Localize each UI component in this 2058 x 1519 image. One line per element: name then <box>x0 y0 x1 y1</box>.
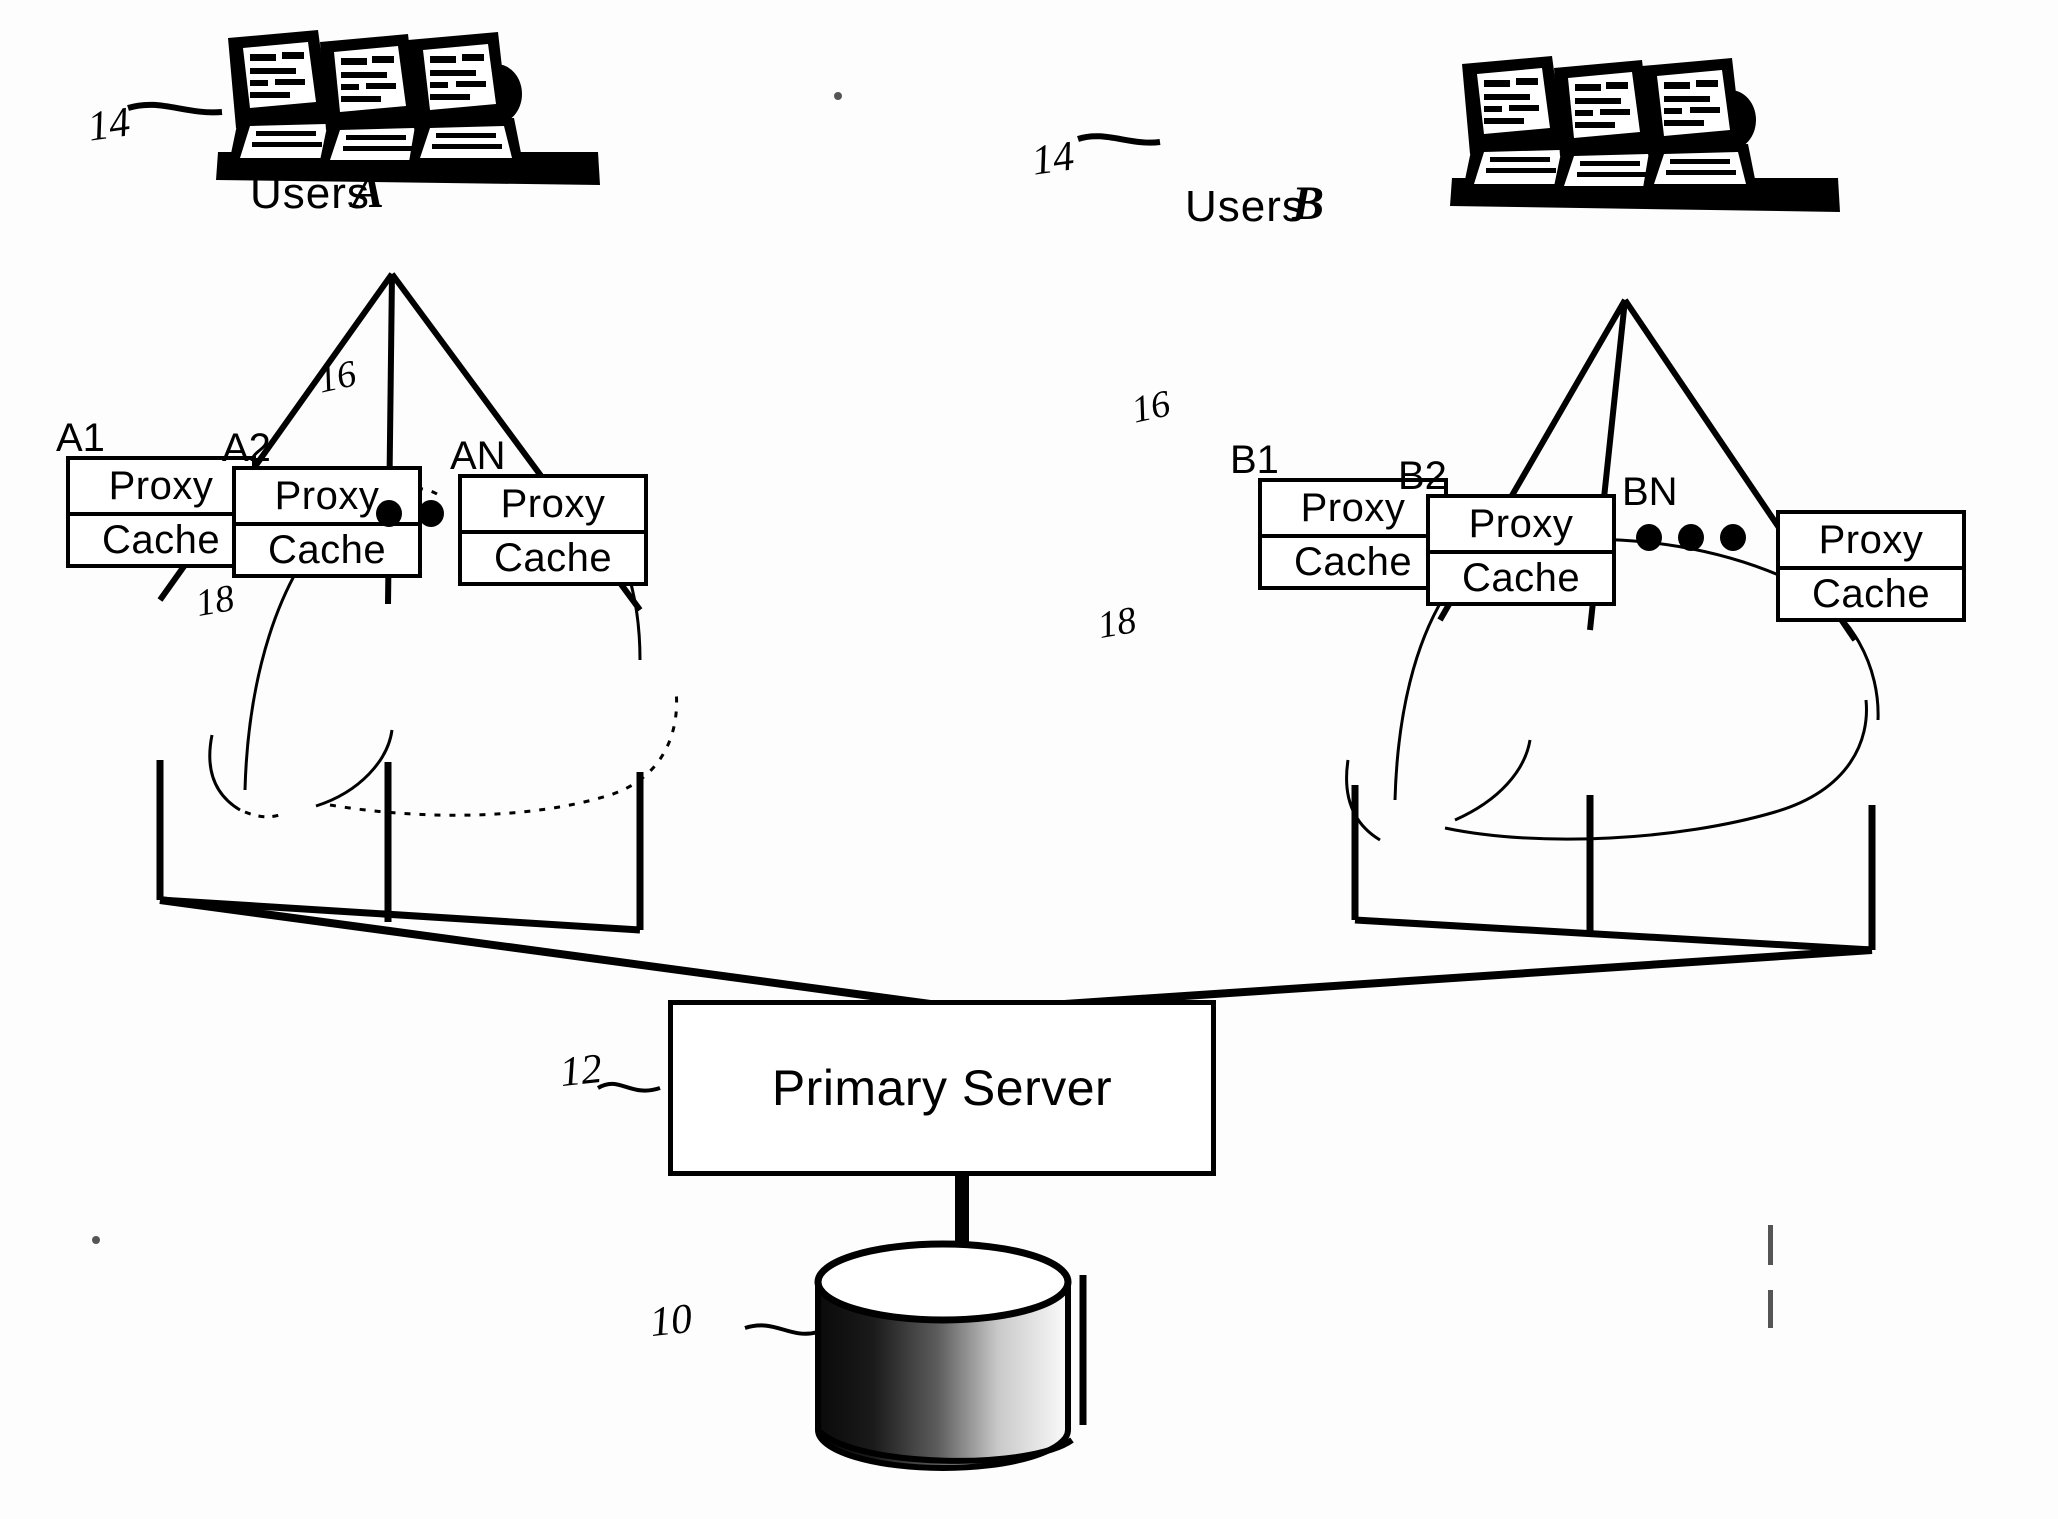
ellipsis-dots-group-b <box>1636 524 1746 551</box>
lower-network-arc-left <box>208 689 679 819</box>
bus-lines-right <box>1351 785 1876 954</box>
ref-numeral-18-left: 18 <box>192 577 238 625</box>
database-cylinder-icon <box>814 1240 1087 1471</box>
primary-server-box[interactable]: Primary Server <box>668 1000 1216 1176</box>
ellipsis-dot <box>418 500 444 527</box>
users-group-b-letter: B <box>1292 177 1325 230</box>
cache-label-a2: Cache <box>267 527 387 572</box>
leader-line-14-right <box>1077 133 1161 146</box>
proxy-node-tag-b1: B1 <box>1230 438 1279 482</box>
proxy-row-bn: Proxy <box>1780 514 1962 566</box>
user-workstations-icon-right <box>1450 56 1840 212</box>
cache-label-an: Cache <box>493 535 613 580</box>
ref-numeral-10: 10 <box>647 1295 695 1347</box>
user-workstations-icon-left <box>216 30 600 185</box>
cache-row-bn: Cache <box>1780 566 1962 618</box>
cache-row-b1: Cache <box>1262 534 1444 586</box>
proxy-label-b1: Proxy <box>1300 485 1406 530</box>
proxy-node-tag-a2: A2 <box>222 426 271 470</box>
ref-numeral-14-left: 14 <box>85 99 133 151</box>
ref-numeral-18-right: 18 <box>1094 599 1140 647</box>
proxy-label-a1: Proxy <box>108 463 214 508</box>
leader-line-10 <box>744 1323 819 1336</box>
proxy-cache-box-bn[interactable]: Proxy Cache <box>1776 510 1966 622</box>
leader-line-14-left <box>127 101 223 116</box>
cache-row-a2: Cache <box>236 522 418 574</box>
users-group-a-letter: A <box>352 165 385 218</box>
cache-label-bn: Cache <box>1811 571 1931 616</box>
ref-numeral-16-right: 16 <box>1128 382 1174 432</box>
cache-row-an: Cache <box>462 530 644 582</box>
proxy-cache-box-a1[interactable]: Proxy Cache <box>66 456 256 568</box>
proxy-label-b2: Proxy <box>1468 501 1574 546</box>
cache-row-a1: Cache <box>70 512 252 564</box>
ellipsis-dot <box>376 500 402 527</box>
ref-numeral-14-right: 14 <box>1029 133 1077 185</box>
proxy-cache-box-an[interactable]: Proxy Cache <box>458 474 648 586</box>
proxy-label-an: Proxy <box>500 481 606 526</box>
cache-label-b2: Cache <box>1461 555 1581 600</box>
bus-lines-left <box>156 760 644 934</box>
proxy-node-tag-bn: BN <box>1622 470 1678 514</box>
cache-label-b1: Cache <box>1293 539 1413 584</box>
ref-numeral-16-left: 16 <box>314 352 360 402</box>
primary-server-label: Primary Server <box>771 1060 1113 1116</box>
proxy-row-b2: Proxy <box>1430 498 1612 550</box>
figure-line-art <box>92 30 1880 1471</box>
cache-label-a1: Cache <box>101 517 221 562</box>
ellipsis-dot <box>1636 524 1662 551</box>
proxy-label-bn: Proxy <box>1818 517 1924 562</box>
cache-row-b2: Cache <box>1430 550 1612 602</box>
ref-numeral-12: 12 <box>557 1045 605 1097</box>
lower-network-arc-right <box>1345 699 1868 842</box>
proxy-node-tag-a1: A1 <box>56 416 105 460</box>
proxy-row-an: Proxy <box>462 478 644 530</box>
users-group-b-label: Users <box>1185 182 1305 231</box>
patent-figure-page: 14 14 Users A Users B 16 16 18 18 A1 Pro… <box>0 0 2058 1519</box>
ellipsis-dot <box>1720 524 1746 551</box>
proxy-node-tag-b2: B2 <box>1398 454 1447 498</box>
leader-line-12 <box>596 1081 661 1093</box>
proxy-cache-box-b2[interactable]: Proxy Cache <box>1426 494 1616 606</box>
ellipsis-dot <box>1678 524 1704 551</box>
proxy-label-a2: Proxy <box>274 473 380 518</box>
proxy-node-tag-an: AN <box>450 434 506 478</box>
